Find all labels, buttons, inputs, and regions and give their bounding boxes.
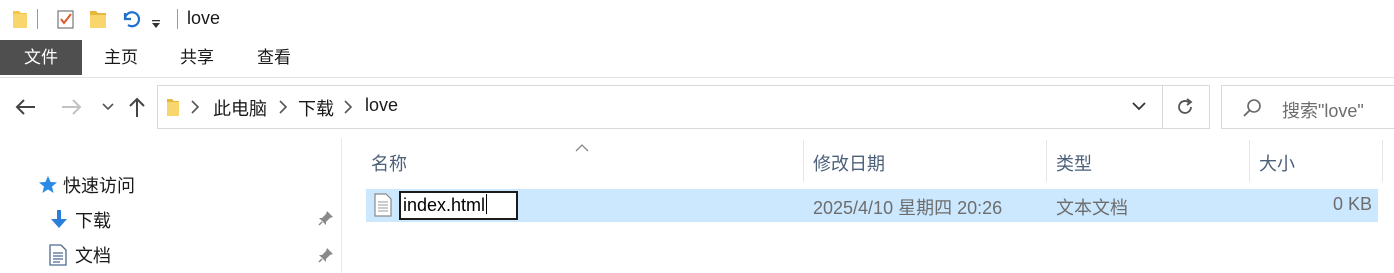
star-icon xyxy=(39,176,57,193)
breadcrumb-chevron-icon[interactable] xyxy=(344,99,353,119)
breadcrumb-love[interactable]: love xyxy=(365,95,398,116)
column-separator[interactable] xyxy=(1249,140,1250,182)
column-header-modified[interactable]: 修改日期 xyxy=(813,150,885,176)
search-placeholder: 搜索"love" xyxy=(1282,101,1364,121)
document-icon xyxy=(49,244,67,266)
toolbar-separator xyxy=(37,9,38,29)
forward-button[interactable] xyxy=(56,92,86,122)
new-folder-icon[interactable] xyxy=(89,8,107,35)
title-bar: love xyxy=(0,0,1394,38)
chevron-down-icon xyxy=(102,103,114,111)
undo-icon[interactable] xyxy=(119,8,141,35)
text-caret xyxy=(486,194,488,214)
text-file-icon xyxy=(374,193,392,222)
column-separator[interactable] xyxy=(803,140,804,182)
tab-view[interactable]: 查看 xyxy=(243,40,305,75)
search-box[interactable]: 搜索"love" xyxy=(1221,85,1394,129)
pin-icon[interactable] xyxy=(318,247,334,268)
customize-dropdown-icon[interactable] xyxy=(151,14,161,34)
pin-icon[interactable] xyxy=(318,210,334,231)
tab-home[interactable]: 主页 xyxy=(90,40,152,75)
back-arrow-icon xyxy=(15,99,35,115)
column-separator[interactable] xyxy=(1382,140,1383,182)
tab-file[interactable]: 文件 xyxy=(0,40,82,75)
file-modified: 2025/4/10 星期四 20:26 xyxy=(813,198,1003,218)
folder-icon xyxy=(166,96,180,123)
download-arrow-icon xyxy=(51,210,67,228)
file-type: 文本文档 xyxy=(1056,198,1128,218)
back-button[interactable] xyxy=(11,92,41,122)
refresh-button[interactable] xyxy=(1174,96,1196,123)
recent-locations-button[interactable] xyxy=(93,92,123,122)
tab-share[interactable]: 共享 xyxy=(166,40,228,75)
pane-divider xyxy=(341,138,342,273)
column-header-type[interactable]: 类型 xyxy=(1056,150,1092,176)
ribbon: 文件 主页 共享 查看 xyxy=(0,40,1394,78)
forward-arrow-icon xyxy=(62,99,82,115)
column-header-size[interactable]: 大小 xyxy=(1259,150,1295,176)
up-button[interactable] xyxy=(122,92,152,122)
refresh-icon xyxy=(1178,98,1193,114)
nav-item-downloads[interactable]: 下载 xyxy=(49,207,111,233)
breadcrumb-chevron-icon[interactable] xyxy=(279,99,288,119)
address-bar[interactable]: 此电脑 下载 love xyxy=(157,85,1210,129)
search-icon xyxy=(1242,98,1262,123)
folder-icon xyxy=(12,8,28,35)
rename-input[interactable]: index.html xyxy=(399,191,518,220)
file-row[interactable]: index.html 2025/4/10 星期四 20:26 文本文档 0 KB xyxy=(366,189,1378,222)
properties-checkbox-icon[interactable] xyxy=(56,8,76,35)
nav-item-quick-access[interactable]: 快速访问 xyxy=(38,172,135,198)
breadcrumb-chevron-icon[interactable] xyxy=(191,99,200,119)
nav-item-label: 下载 xyxy=(75,211,111,231)
toolbar-separator xyxy=(177,9,178,29)
breadcrumb-downloads[interactable]: 下载 xyxy=(298,95,334,121)
chevron-down-icon xyxy=(1132,102,1146,111)
sort-ascending-icon xyxy=(575,138,589,158)
address-history-dropdown[interactable] xyxy=(1131,98,1147,119)
window-title: love xyxy=(187,8,221,28)
up-arrow-icon xyxy=(129,97,145,117)
nav-item-label: 文档 xyxy=(75,246,111,266)
breadcrumb-this-pc[interactable]: 此电脑 xyxy=(213,95,267,121)
column-separator[interactable] xyxy=(1046,140,1047,182)
file-size: 0 KB xyxy=(1332,194,1372,214)
rename-input-value: index.html xyxy=(403,195,486,215)
nav-item-label: 快速访问 xyxy=(63,176,135,196)
nav-item-documents[interactable]: 文档 xyxy=(48,242,111,268)
column-header-name[interactable]: 名称 xyxy=(371,150,407,176)
address-divider xyxy=(1162,86,1163,128)
